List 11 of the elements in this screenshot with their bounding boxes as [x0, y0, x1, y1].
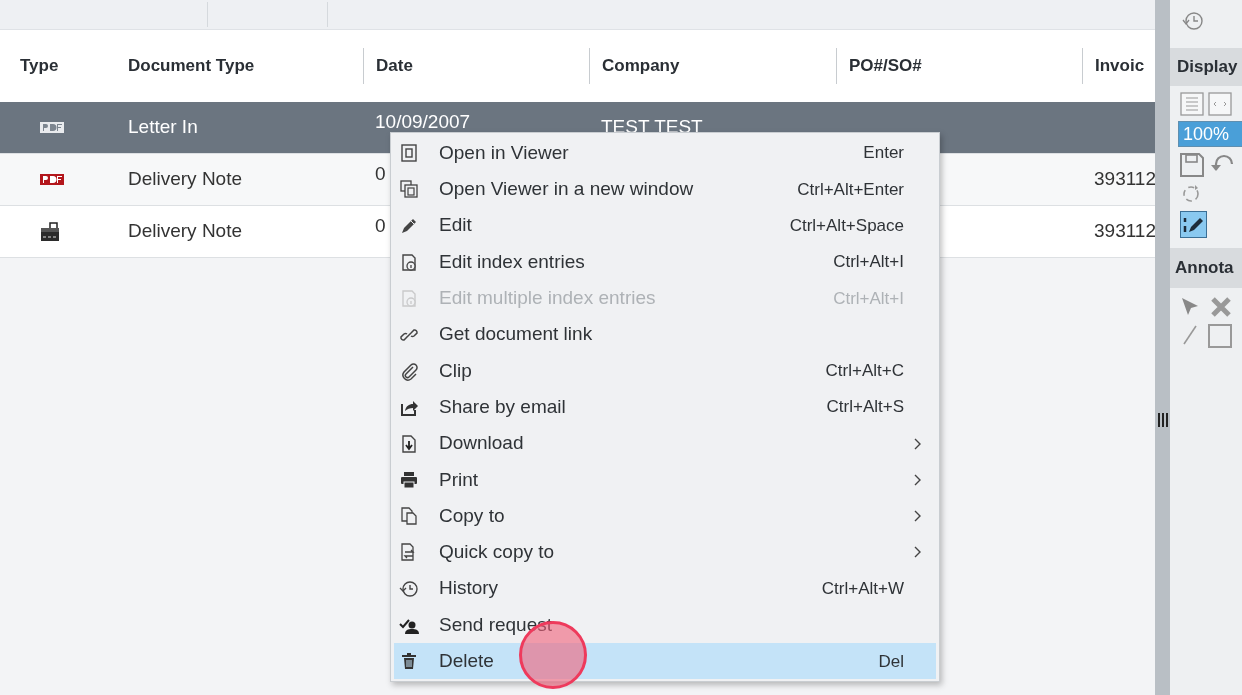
table-cell: 393112 [1094, 220, 1155, 242]
table-cell: Letter In [128, 116, 198, 138]
table-cell: Delivery Note [128, 168, 243, 190]
table-cell: 0 [375, 215, 386, 237]
table-cell: 393112 [1094, 168, 1155, 190]
section-header: Display [1177, 56, 1238, 79]
table-cell: 0 [375, 163, 386, 185]
table-cell: Delivery Note [128, 220, 243, 242]
table-cell: 10/09/2007 [375, 111, 471, 133]
menu-item: Edit multiple index entries Ctrl+Alt+I [394, 280, 936, 317]
section-header: Annota [1175, 257, 1234, 280]
